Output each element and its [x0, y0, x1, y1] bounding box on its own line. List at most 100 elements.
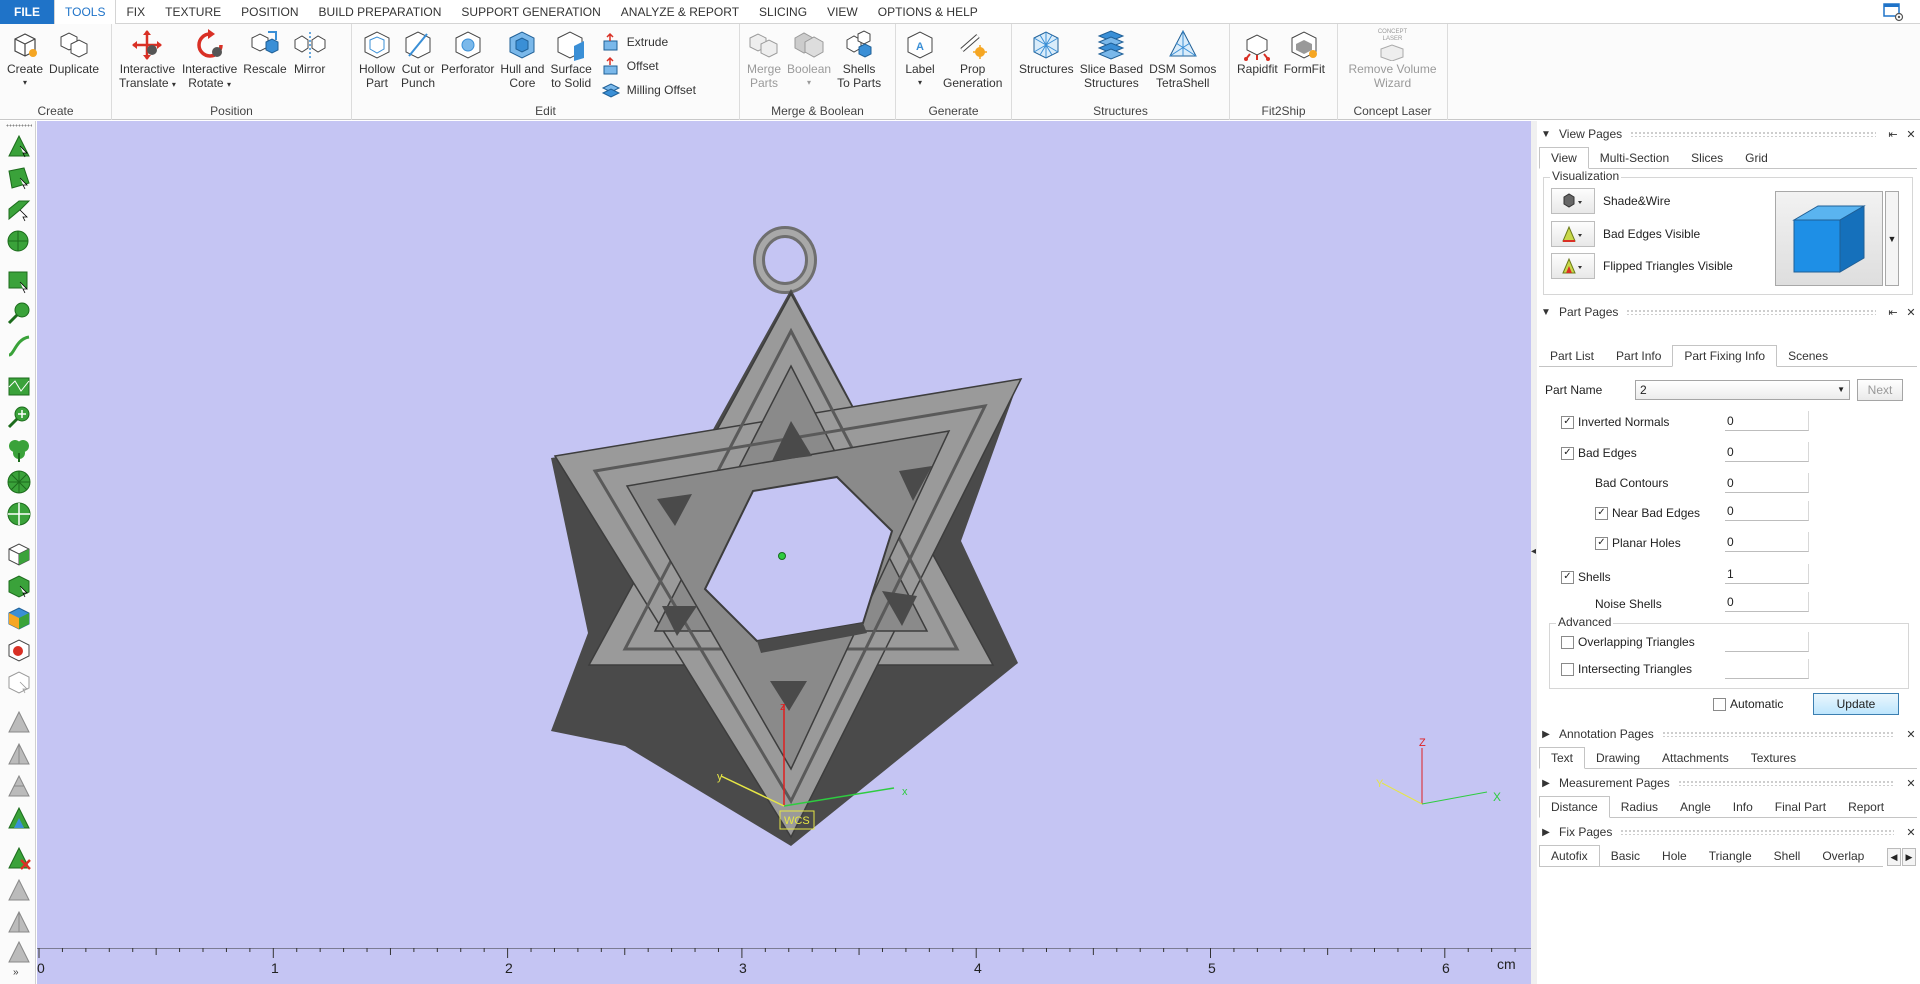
tab-basic[interactable]: Basic [1600, 846, 1651, 866]
close-icon[interactable]: ✕ [1902, 128, 1920, 141]
tab-slices[interactable]: Slices [1680, 148, 1734, 168]
view-pages-header[interactable]: ▼ View Pages ⇤ ✕ [1537, 124, 1920, 144]
triangle-color-icon[interactable] [6, 805, 32, 831]
menu-build-preparation[interactable]: BUILD PREPARATION [309, 0, 452, 24]
bad-edges-field[interactable] [1725, 442, 1809, 462]
tab-final-part[interactable]: Final Part [1764, 797, 1837, 817]
interactive-translate-button[interactable]: Interactive Translate ▾ [119, 28, 176, 92]
select-sphere-cut-icon[interactable] [6, 501, 32, 527]
tab-report[interactable]: Report [1837, 797, 1895, 817]
collapse-triangle-icon[interactable]: ▼ [1537, 307, 1555, 318]
shells-checkbox[interactable]: ✓ [1561, 570, 1574, 584]
create-button[interactable]: Create ▾ [7, 28, 43, 90]
merge-parts-button[interactable]: Merge Parts [747, 28, 781, 90]
select-part-icon[interactable] [6, 541, 32, 567]
grey-triangle-icon-6[interactable] [6, 939, 32, 965]
inverted-normals-field[interactable] [1725, 411, 1809, 431]
menu-fix[interactable]: FIX [116, 0, 155, 24]
overlapping-triangles-checkbox[interactable] [1561, 635, 1574, 649]
window-settings-icon[interactable] [1882, 2, 1904, 22]
extrude-button[interactable]: Extrude [601, 30, 696, 53]
select-cube-grey-icon[interactable] [6, 669, 32, 695]
tab-autofix[interactable]: Autofix [1539, 845, 1600, 866]
tabs-scroll-right-icon[interactable]: ▶ [1902, 848, 1916, 866]
tab-triangle[interactable]: Triangle [1698, 846, 1763, 866]
slice-based-structures-button[interactable]: Slice Based Structures [1080, 28, 1143, 90]
menu-tools[interactable]: TOOLS [54, 0, 117, 24]
structures-button[interactable]: Structures [1019, 28, 1074, 76]
bad-edges-checkbox[interactable]: ✓ [1561, 446, 1574, 460]
select-brush-icon[interactable] [6, 301, 32, 327]
select-shell-icon[interactable] [6, 229, 32, 255]
bad-contours-field[interactable] [1725, 473, 1809, 493]
tab-radius[interactable]: Radius [1610, 797, 1669, 817]
tab-overlap[interactable]: Overlap [1811, 846, 1875, 866]
tab-shell[interactable]: Shell [1763, 846, 1812, 866]
tab-hole[interactable]: Hole [1651, 846, 1698, 866]
menu-position[interactable]: POSITION [231, 0, 308, 24]
close-icon[interactable]: ✕ [1902, 777, 1920, 790]
select-triangle-icon[interactable] [6, 133, 32, 159]
bad-edges-visible-button[interactable] [1551, 221, 1595, 247]
select-wave-surface-icon[interactable] [6, 373, 32, 399]
view-cube-dropdown-icon[interactable]: ▼ [1885, 191, 1899, 286]
star-of-david-model[interactable] [551, 226, 1023, 846]
prop-generation-button[interactable]: Prop Generation [943, 28, 1002, 90]
3d-scene[interactable]: z x y WCS Z X Y [37, 121, 1531, 984]
shells-to-parts-button[interactable]: Shells To Parts [837, 28, 881, 90]
grey-triangle-icon-3[interactable] [6, 773, 32, 799]
label-button[interactable]: A Label ▾ [903, 28, 937, 90]
shells-field[interactable] [1725, 564, 1809, 584]
grey-triangle-icon-4[interactable] [6, 877, 32, 903]
flipped-triangles-visible-button[interactable] [1551, 253, 1595, 279]
part-pages-header[interactable]: ▼ Part Pages ⇤ ✕ [1537, 302, 1920, 322]
select-brush-plus-icon[interactable] [6, 405, 32, 431]
dsm-somos-tetrashell-button[interactable]: DSM Somos TetraShell [1149, 28, 1216, 90]
formfit-button[interactable]: FormFit [1284, 28, 1325, 76]
tab-drawing[interactable]: Drawing [1585, 748, 1651, 768]
planar-holes-checkbox[interactable]: ✓ [1595, 536, 1608, 550]
tab-textures[interactable]: Textures [1740, 748, 1807, 768]
automatic-checkbox[interactable] [1713, 697, 1726, 711]
view-cube-button[interactable] [1775, 191, 1883, 286]
tab-part-fixing-info[interactable]: Part Fixing Info [1672, 345, 1778, 367]
select-curve-icon[interactable] [6, 333, 32, 359]
intersecting-triangles-checkbox[interactable] [1561, 662, 1574, 676]
expand-triangle-icon[interactable]: ▶ [1537, 778, 1555, 789]
select-sphere-icon[interactable] [6, 469, 32, 495]
inverted-normals-checkbox[interactable]: ✓ [1561, 415, 1574, 429]
splitter-collapse-icon[interactable]: ◂ [1531, 546, 1536, 557]
tab-grid[interactable]: Grid [1734, 148, 1779, 168]
cut-or-punch-button[interactable]: Cut or Punch [401, 28, 435, 90]
select-box-icon[interactable] [6, 269, 32, 295]
select-surface-icon[interactable] [6, 165, 32, 191]
hollow-part-button[interactable]: Hollow Part [359, 28, 395, 90]
update-button[interactable]: Update [1813, 693, 1899, 715]
shade-wire-button[interactable] [1551, 188, 1595, 214]
intersecting-triangles-field[interactable] [1725, 659, 1809, 679]
3d-viewport[interactable]: z x y WCS Z X Y 0 1 2 3 4 5 6 cm [37, 121, 1531, 984]
perforator-button[interactable]: Perforator [441, 28, 494, 76]
fix-pages-header[interactable]: ▶ Fix Pages ✕ [1537, 822, 1920, 842]
annotation-pages-header[interactable]: ▶ Annotation Pages ✕ [1537, 724, 1920, 744]
menu-file[interactable]: FILE [0, 0, 54, 24]
tab-angle[interactable]: Angle [1669, 797, 1722, 817]
hull-and-core-button[interactable]: Hull and Core [500, 28, 544, 90]
close-icon[interactable]: ✕ [1902, 826, 1920, 839]
tab-view[interactable]: View [1539, 147, 1589, 169]
tab-distance[interactable]: Distance [1539, 796, 1610, 818]
mirror-button[interactable]: Mirror [293, 28, 327, 76]
rescale-button[interactable]: Rescale [243, 28, 287, 76]
tab-scenes[interactable]: Scenes [1777, 346, 1839, 366]
menu-support-generation[interactable]: SUPPORT GENERATION [451, 0, 610, 24]
tab-info[interactable]: Info [1722, 797, 1764, 817]
measurement-pages-header[interactable]: ▶ Measurement Pages ✕ [1537, 773, 1920, 793]
select-clover-icon[interactable] [6, 437, 32, 463]
menu-texture[interactable]: TEXTURE [155, 0, 231, 24]
menu-view[interactable]: VIEW [817, 0, 868, 24]
grey-triangle-icon-5[interactable] [6, 909, 32, 935]
close-icon[interactable]: ✕ [1902, 728, 1920, 741]
toolbar-more-chevron-icon[interactable]: » [13, 967, 19, 978]
noise-shells-field[interactable] [1725, 592, 1809, 612]
grey-triangle-icon-1[interactable] [6, 709, 32, 735]
